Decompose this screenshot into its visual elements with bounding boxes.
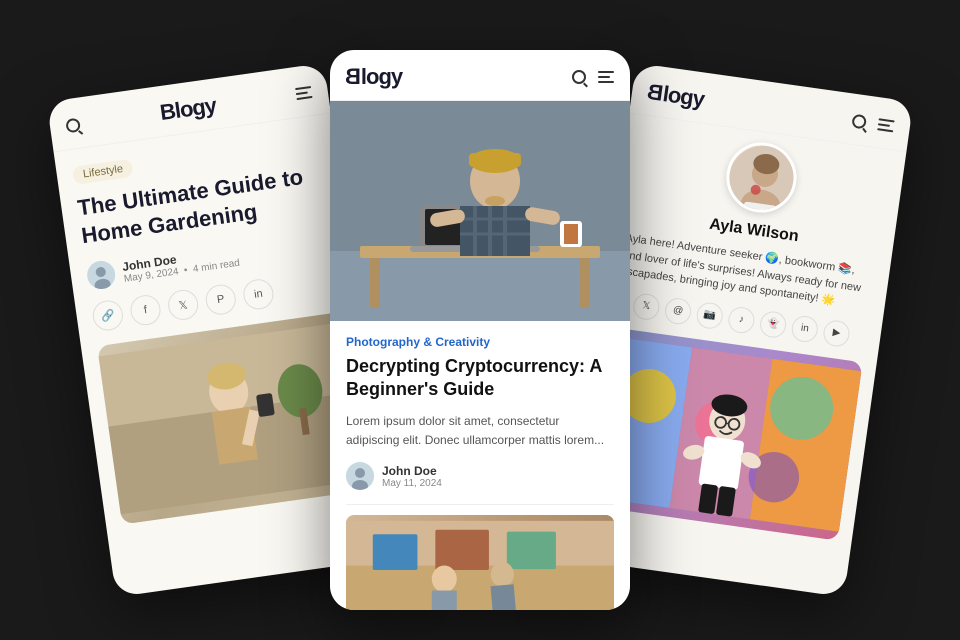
center-category[interactable]: Photography & Creativity [346,335,614,349]
center-menu-icon[interactable] [598,71,614,83]
center-header-icons [572,70,614,84]
center-second-article-image [346,515,614,610]
profile-name: Ayla Wilson [708,216,800,246]
menu-line-2 [296,91,308,95]
left-header-left-icons [65,118,81,134]
left-category-badge: Lifestyle [72,159,134,185]
center-logo: Blogy [346,64,402,90]
center-author-name: John Doe [382,464,442,478]
center-header: Blogy [330,50,630,101]
left-author-avatar [85,259,117,291]
profile-social-snapchat[interactable]: 👻 [758,309,787,338]
scene: Blogy Lifestyle The Ultimate Guide toHom… [50,30,910,610]
search-icon[interactable] [65,118,81,134]
right-header-icons [851,114,895,134]
center-menu-line-1 [598,71,614,73]
menu-line-3 [296,96,312,100]
profile-social-youtube[interactable]: ▶ [822,318,851,347]
left-social-link[interactable]: 🔗 [91,299,125,333]
center-author-date: May 11, 2024 [382,478,442,489]
center-hero-image [330,101,630,321]
center-author-info: John Doe May 11, 2024 [382,464,442,489]
left-social-linkedin[interactable]: in [241,277,275,311]
right-menu-icon[interactable] [877,118,895,132]
center-menu-line-3 [598,81,614,83]
profile-avatar [722,138,801,217]
center-author-row: John Doe May 11, 2024 [346,462,614,490]
center-menu-line-2 [598,76,610,78]
right-menu-line-3 [877,128,893,132]
center-divider [346,504,614,505]
left-author-info: John Doe May 9, 2024 • 4 min read [121,243,240,284]
right-search-icon[interactable] [851,114,867,130]
menu-line-1 [295,86,311,90]
profile-social-tiktok[interactable]: ♪ [727,305,756,334]
left-menu-icon[interactable] [295,86,313,100]
center-article-title: Decrypting Cryptocurrency: A Beginner's … [346,355,614,402]
profile-social-linkedin[interactable]: in [790,314,819,343]
right-logo: Blogy [646,79,705,113]
center-search-icon[interactable] [572,70,586,84]
right-menu-line-1 [879,118,895,122]
left-social-pinterest[interactable]: P [204,283,238,317]
left-logo: Blogy [158,93,217,127]
center-article-excerpt: Lorem ipsum dolor sit amet, consectetur … [346,412,614,450]
profile-social-instagram[interactable]: 📷 [695,300,724,329]
profile-social-threads[interactable]: @ [663,296,692,325]
center-author-avatar [346,462,374,490]
right-menu-line-2 [878,123,890,127]
center-phone-card: Blogy [330,50,630,610]
center-content: Photography & Creativity Decrypting Cryp… [330,321,630,610]
left-social-twitter[interactable]: 𝕏 [166,288,200,322]
left-article-image [97,312,368,525]
left-social-facebook[interactable]: f [129,293,163,327]
profile-social-x[interactable]: 𝕏 [632,292,661,321]
